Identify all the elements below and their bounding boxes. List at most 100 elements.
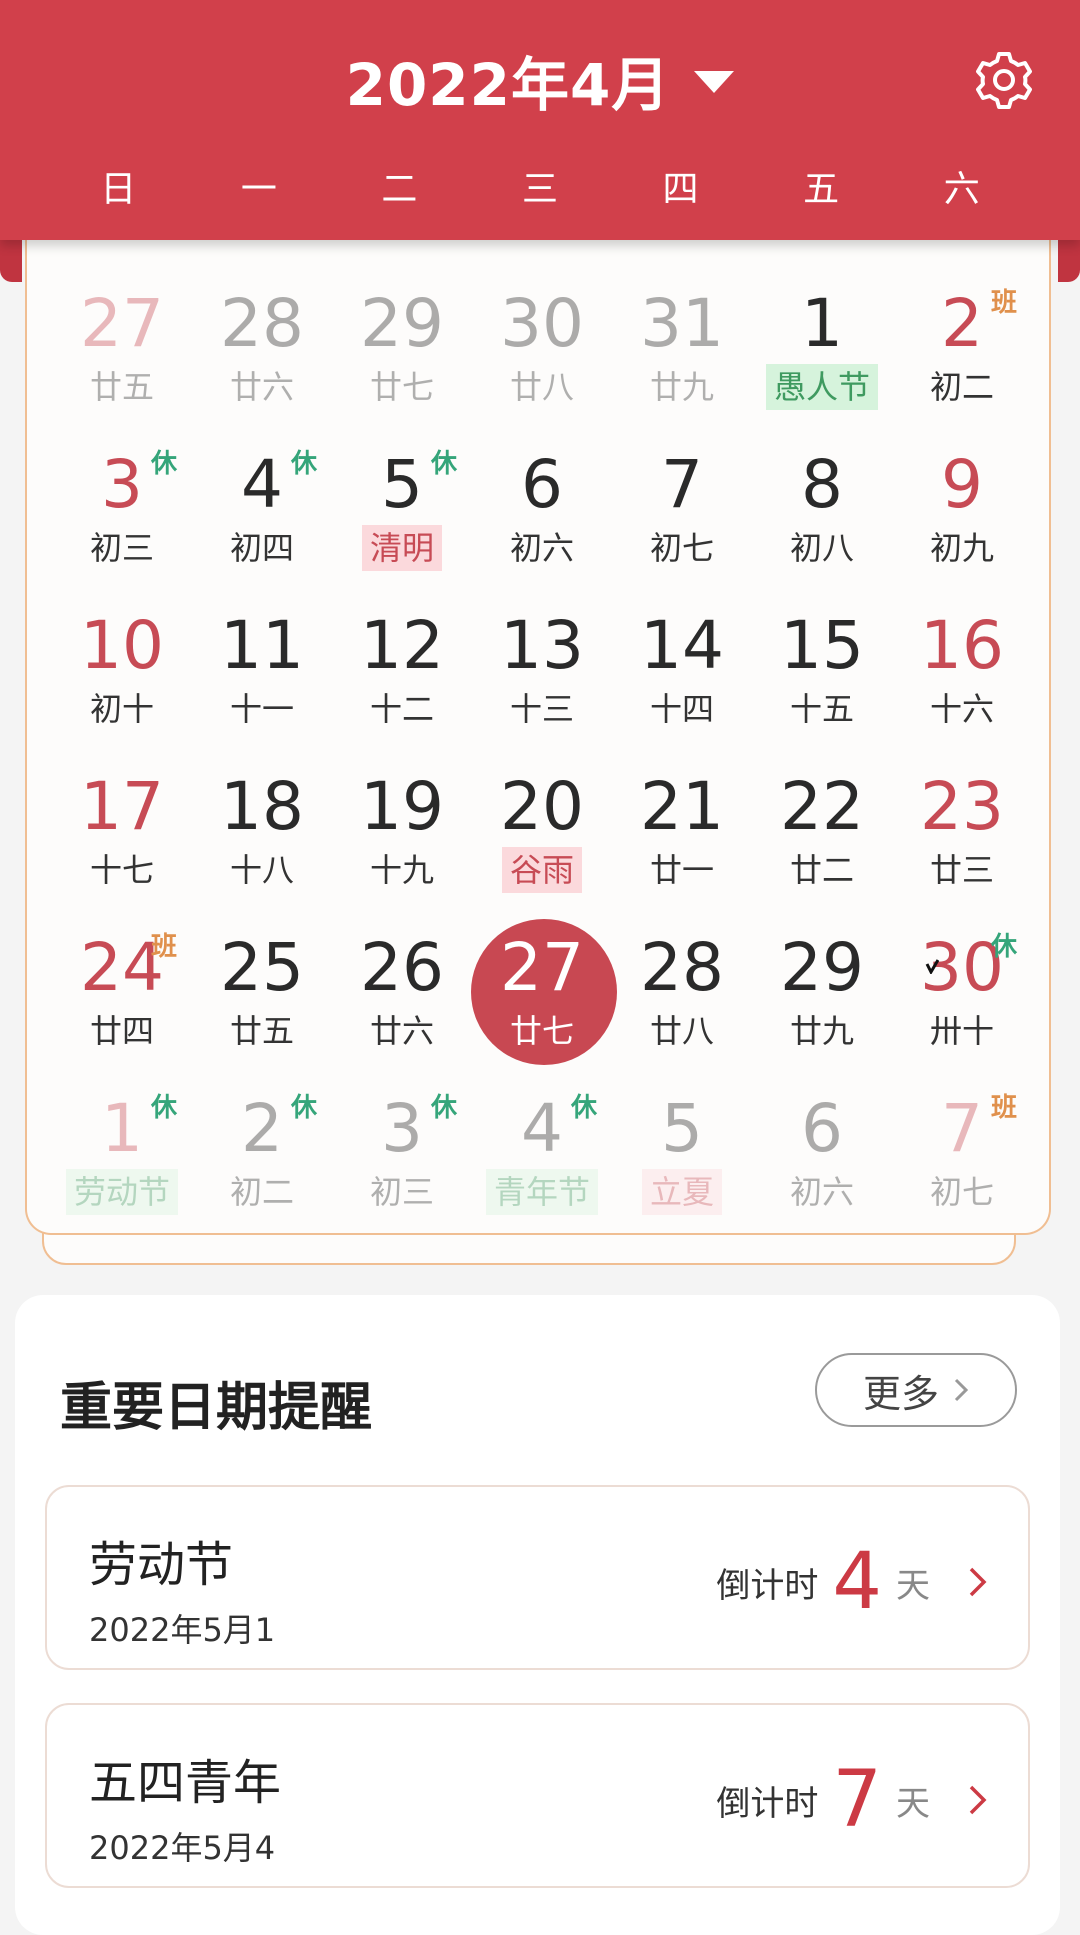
lunar-label: 十六 [929, 690, 994, 728]
lunar-date: 廿八 [612, 1008, 752, 1054]
day-number: 1 [801, 285, 843, 362]
chevron-right-icon [969, 1567, 987, 1597]
lunar-label: 卅十 [929, 1012, 994, 1050]
day-cell[interactable]: 23 廿三 [892, 765, 1032, 926]
weekday-fri: 五 [803, 169, 840, 210]
day-cell[interactable]: 2 初二班 [892, 282, 1032, 443]
day-cell[interactable]: 29 廿九 [752, 926, 892, 1087]
day-cell[interactable]: 11 十一 [192, 604, 332, 765]
lunar-date: 廿三 [892, 847, 1032, 893]
day-cell[interactable]: 25 廿五 [192, 926, 332, 1087]
day-cell[interactable]: 7 初七班 [892, 1087, 1032, 1248]
lunar-date: 初六 [752, 1169, 892, 1215]
event-name: 劳动节 [89, 1537, 234, 1593]
more-button-label: 更多 [862, 1371, 939, 1416]
day-cell[interactable]: 31 廿九 [612, 282, 752, 443]
holiday-badge: 休 [431, 449, 458, 479]
day-cell-today[interactable]: 27 廿七 [471, 919, 617, 1087]
countdown-days: 4 [832, 1537, 882, 1627]
day-cell[interactable]: 20 谷雨 [472, 765, 612, 926]
lunar-label: 廿九 [789, 1012, 854, 1050]
day-cell[interactable]: 8 初八 [752, 443, 892, 604]
lunar-label: 初六 [509, 529, 574, 567]
lunar-date: 初十 [52, 686, 192, 732]
lunar-date: 初九 [892, 525, 1032, 571]
lunar-label: 初十 [89, 690, 154, 728]
day-cell[interactable]: 21 廿一 [612, 765, 752, 926]
day-cell[interactable]: 10 初十 [52, 604, 192, 765]
day-cell[interactable]: 3 初三休 [332, 1087, 472, 1248]
day-cell[interactable]: 16 十六 [892, 604, 1032, 765]
countdown-unit: 天 [896, 1783, 930, 1824]
day-cell[interactable]: 29 廿七 [332, 282, 472, 443]
day-cell[interactable]: 30 卅十休 [892, 926, 1032, 1087]
day-cell[interactable]: 5 立夏 [612, 1087, 752, 1248]
chevron-right-icon [954, 1378, 969, 1402]
day-cell[interactable]: 26 廿六 [332, 926, 472, 1087]
day-number: 15 [780, 607, 864, 684]
day-cell[interactable]: 5 清明休 [332, 443, 472, 604]
day-number: 19 [360, 768, 444, 845]
weekday-mon: 一 [240, 169, 277, 210]
day-cell[interactable]: 9 初九 [892, 443, 1032, 604]
day-cell[interactable]: 6 初六 [752, 1087, 892, 1248]
gear-icon[interactable] [972, 48, 1036, 112]
month-selector[interactable]: 2022年4月 [0, 40, 1080, 120]
day-cell[interactable]: 4 初四休 [192, 443, 332, 604]
festival-label: 立夏 [641, 1169, 722, 1215]
lunar-label: 廿六 [229, 368, 294, 406]
countdown-unit: 天 [896, 1565, 930, 1606]
countdown-label: 倒计时 [716, 1565, 819, 1606]
day-number: 16 [920, 607, 1004, 684]
day-number: 30 [500, 285, 584, 362]
holiday-badge: 休 [291, 449, 318, 479]
day-number: 8 [801, 446, 843, 523]
lunar-date: 廿八 [472, 364, 612, 410]
day-cell[interactable]: 19 十九 [332, 765, 472, 926]
lunar-date: 劳动节 [52, 1169, 192, 1215]
lunar-date: 十八 [192, 847, 332, 893]
day-cell[interactable]: 3 初三休 [52, 443, 192, 604]
day-cell[interactable]: 28 廿六 [192, 282, 332, 443]
month-title[interactable]: 2022年4月 [346, 38, 671, 122]
lunar-date: 十五 [752, 686, 892, 732]
day-cell[interactable]: 24 廿四班 [52, 926, 192, 1087]
weekday-sat: 六 [943, 169, 980, 210]
lunar-date: 廿五 [192, 1008, 332, 1054]
lunar-label: 廿二 [789, 851, 854, 889]
countdown: 倒计时 4 天 [716, 1532, 988, 1632]
day-cell[interactable]: 22 廿二 [752, 765, 892, 926]
event-card[interactable]: 劳动节 2022年5月1 倒计时 4 天 [45, 1485, 1030, 1670]
day-cell[interactable]: 12 十二 [332, 604, 472, 765]
day-cell[interactable]: 14 十四 [612, 604, 752, 765]
lunar-label: 廿八 [509, 368, 574, 406]
lunar-date: 十九 [332, 847, 472, 893]
lunar-date: 廿二 [752, 847, 892, 893]
lunar-label: 初七 [929, 1173, 994, 1211]
lunar-label: 廿五 [89, 368, 154, 406]
day-cell[interactable]: 27 廿五 [52, 282, 192, 443]
day-number: 29 [780, 929, 864, 1006]
day-cell[interactable]: 1 劳动节休 [52, 1087, 192, 1248]
more-button[interactable]: 更多 [815, 1353, 1017, 1427]
lunar-date: 十三 [472, 686, 612, 732]
day-number: 17 [80, 768, 164, 845]
event-card[interactable]: 五四青年 2022年5月4 倒计时 7 天 [45, 1703, 1030, 1888]
day-cell[interactable]: 30 廿八 [472, 282, 612, 443]
day-cell[interactable]: 28 廿八 [612, 926, 752, 1087]
day-cell[interactable]: 17 十七 [52, 765, 192, 926]
day-number: 14 [640, 607, 724, 684]
day-number: 6 [801, 1090, 843, 1167]
day-cell[interactable]: 7 初七 [612, 443, 752, 604]
dropdown-arrow-icon[interactable] [694, 71, 735, 93]
day-cell[interactable]: 2 初二休 [192, 1087, 332, 1248]
day-cell[interactable]: 1 愚人节 [752, 282, 892, 443]
day-cell[interactable]: 15 十五 [752, 604, 892, 765]
lunar-label: 十一 [229, 690, 294, 728]
festival-label: 愚人节 [765, 364, 878, 410]
day-cell[interactable]: 18 十八 [192, 765, 332, 926]
day-cell[interactable]: 13 十三 [472, 604, 612, 765]
day-cell[interactable]: 6 初六 [472, 443, 612, 604]
day-cell[interactable]: 4 青年节休 [472, 1087, 612, 1248]
day-number: 9 [941, 446, 983, 523]
